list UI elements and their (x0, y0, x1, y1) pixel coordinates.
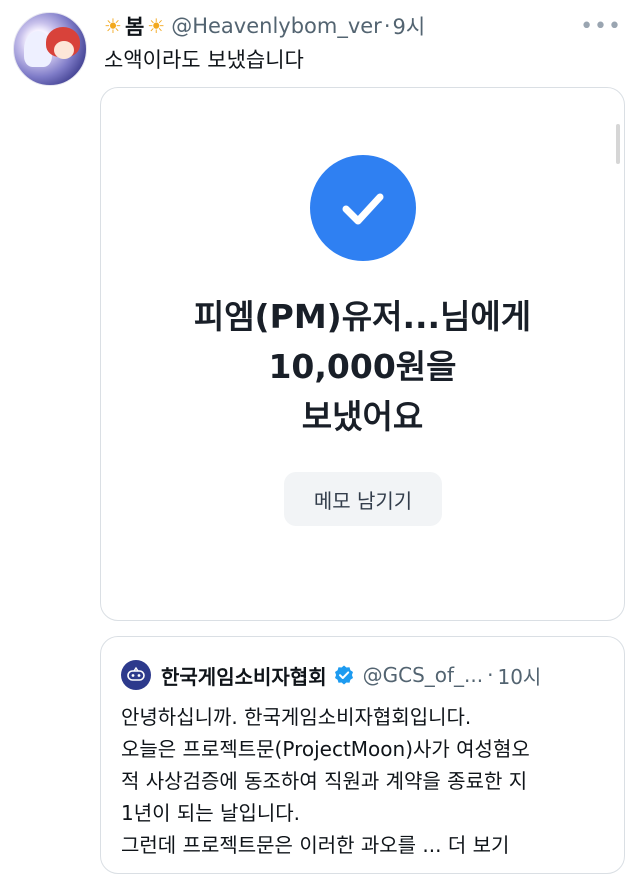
quoted-text-last-line: 그런데 프로젝트문은 이러한 과오를 ... 더 보기 (121, 829, 616, 861)
time-separator: · (383, 14, 391, 38)
quoted-tweet-time[interactable]: 10시 (497, 661, 541, 690)
user-handle[interactable]: @Heavenlybom_ver (171, 14, 382, 38)
sun-icon: ☀ (147, 14, 166, 38)
transfer-line-amount: 10,000원을 (268, 347, 457, 386)
quoted-text-line: 안녕하십니까. 한국게임소비자협회입니다. (121, 705, 472, 729)
tweet-time[interactable]: 9시 (393, 11, 426, 41)
quoted-text-line: 그런데 프로젝트문은 이러한 과오를 ... (121, 833, 442, 857)
quoted-tweet[interactable]: 한국게임소비자협회 @GCS_of_... · 10시 안녕하십니까. 한국게임… (100, 636, 625, 874)
tweet-text: 소액이라도 보냈습니다 (104, 48, 304, 72)
transfer-message: 피엠(PM)유저...님에게 10,000원을 보냈어요 (101, 292, 624, 442)
transfer-line-status: 보냈어요 (301, 397, 424, 436)
display-name[interactable]: 봄 (125, 11, 144, 41)
transfer-card[interactable]: 피엠(PM)유저...님에게 10,000원을 보냈어요 메모 남기기 (100, 87, 625, 621)
quoted-display-name[interactable]: 한국게임소비자협회 (161, 661, 327, 690)
quoted-time-separator: · (487, 663, 494, 687)
sun-icon: ☀ (104, 14, 122, 38)
quoted-user-handle[interactable]: @GCS_of_... (363, 663, 484, 687)
tweet-header: ☀ 봄 ☀ @Heavenlybom_ver · 9시 (104, 12, 425, 40)
avatar-face (54, 41, 74, 59)
more-options-icon[interactable]: ••• (580, 14, 622, 39)
avatar[interactable] (13, 12, 87, 86)
quoted-tweet-header: 한국게임소비자협회 @GCS_of_... · 10시 (121, 659, 541, 691)
verified-badge-icon (333, 664, 355, 686)
quoted-text-line: 오늘은 프로젝트문(ProjectMoon)사가 여성혐오 (121, 737, 530, 761)
quoted-text-line: 1년이 되는 날입니다. (121, 801, 300, 825)
check-icon (310, 155, 416, 261)
memo-button[interactable]: 메모 남기기 (284, 472, 442, 526)
quoted-avatar[interactable] (121, 660, 151, 690)
see-more-link[interactable]: 더 보기 (448, 833, 510, 857)
quoted-text-line: 적 사상검증에 동조하여 직원과 계약을 종료한 지 (121, 769, 528, 793)
transfer-line-recipient: 피엠(PM)유저...님에게 (193, 297, 532, 336)
scrollbar[interactable] (616, 124, 620, 164)
quoted-tweet-text: 안녕하십니까. 한국게임소비자협회입니다. 오늘은 프로젝트문(ProjectM… (121, 701, 616, 861)
